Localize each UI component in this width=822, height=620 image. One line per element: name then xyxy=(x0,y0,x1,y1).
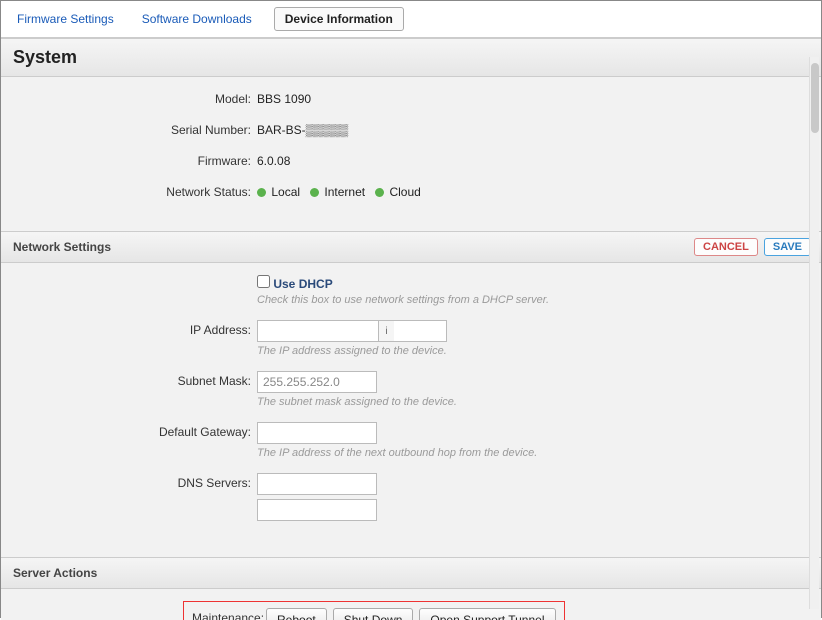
system-header: System xyxy=(1,38,821,77)
model-value: BBS 1090 xyxy=(257,89,311,106)
status-dot-icon xyxy=(310,188,319,197)
server-actions-header: Server Actions xyxy=(1,557,821,589)
dns-servers-label: DNS Servers: xyxy=(13,473,257,490)
serial-value: BAR-BS-▒▒▒▒▒ xyxy=(257,120,348,137)
status-internet: Internet xyxy=(324,185,365,199)
server-actions-title: Server Actions xyxy=(13,566,809,580)
info-icon[interactable]: i xyxy=(378,321,394,341)
network-settings-title: Network Settings xyxy=(13,240,809,254)
ip-address-label: IP Address: xyxy=(13,320,257,337)
subnet-mask-label: Subnet Mask: xyxy=(13,371,257,388)
firmware-value: 6.0.08 xyxy=(257,151,290,168)
default-gateway-label: Default Gateway: xyxy=(13,422,257,439)
firmware-label: Firmware: xyxy=(13,151,257,168)
dns-server-1-input[interactable] xyxy=(257,473,377,495)
dhcp-help: Check this box to use network settings f… xyxy=(257,294,549,306)
save-button[interactable]: SAVE xyxy=(764,238,811,256)
status-dot-icon xyxy=(257,188,266,197)
ip-address-input[interactable] xyxy=(258,321,378,341)
tab-firmware-settings[interactable]: Firmware Settings xyxy=(11,8,120,30)
dhcp-spacer xyxy=(13,275,257,278)
network-status-label: Network Status: xyxy=(13,182,257,199)
maintenance-label: Maintenance: xyxy=(192,608,266,620)
tab-device-information[interactable]: Device Information xyxy=(274,7,404,31)
status-local: Local xyxy=(271,185,300,199)
gateway-help: The IP address of the next outbound hop … xyxy=(257,447,537,459)
serial-label: Serial Number: xyxy=(13,120,257,137)
cancel-button[interactable]: CANCEL xyxy=(694,238,758,256)
tab-bar: Firmware Settings Software Downloads Dev… xyxy=(1,1,821,38)
use-dhcp-label: Use DHCP xyxy=(273,277,332,291)
server-actions-body: Maintenance: Reboot Shut Down Open Suppo… xyxy=(1,589,821,620)
system-title: System xyxy=(13,47,809,68)
status-dot-icon xyxy=(375,188,384,197)
shut-down-button[interactable]: Shut Down xyxy=(333,608,414,620)
model-label: Model: xyxy=(13,89,257,106)
maintenance-highlight: Maintenance: Reboot Shut Down Open Suppo… xyxy=(183,601,565,620)
open-support-tunnel-button[interactable]: Open Support Tunnel xyxy=(419,608,555,620)
network-settings-header: Network Settings CANCEL SAVE xyxy=(1,231,821,263)
dns-server-2-input[interactable] xyxy=(257,499,377,521)
default-gateway-input[interactable] xyxy=(257,422,377,444)
network-settings-body: Use DHCP Check this box to use network s… xyxy=(1,263,821,557)
use-dhcp-checkbox[interactable] xyxy=(257,275,270,288)
subnet-mask-input[interactable] xyxy=(257,371,377,393)
network-status-value: Local Internet Cloud xyxy=(257,182,421,199)
content-area: System Model: BBS 1090 Serial Number: BA… xyxy=(1,38,821,620)
tab-software-downloads[interactable]: Software Downloads xyxy=(136,8,258,30)
reboot-button[interactable]: Reboot xyxy=(266,608,327,620)
ip-help: The IP address assigned to the device. xyxy=(257,345,447,357)
vertical-scrollbar[interactable] xyxy=(809,57,819,609)
scrollbar-thumb[interactable] xyxy=(811,63,819,133)
status-cloud: Cloud xyxy=(389,185,420,199)
subnet-help: The subnet mask assigned to the device. xyxy=(257,396,457,408)
system-body: Model: BBS 1090 Serial Number: BAR-BS-▒▒… xyxy=(1,77,821,231)
